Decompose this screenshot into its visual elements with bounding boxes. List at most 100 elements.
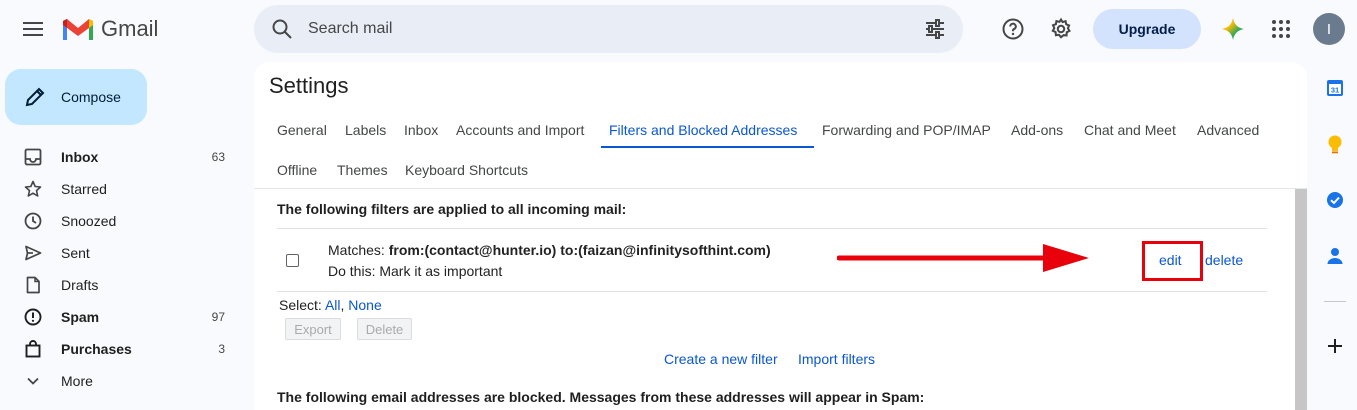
settings-panel: Settings General Labels Inbox Accounts a… xyxy=(254,62,1307,410)
shopping-bag-icon xyxy=(24,340,42,358)
apps-grid-icon xyxy=(1272,20,1290,38)
gear-icon xyxy=(1051,17,1071,39)
settings-button[interactable] xyxy=(1046,14,1076,44)
tabs-divider xyxy=(254,188,1307,189)
calendar-app-button[interactable]: 31 xyxy=(1324,77,1346,99)
page-title: Settings xyxy=(269,73,349,98)
filters-content: The following filters are applied to all… xyxy=(277,201,1267,405)
tab-filters-and-blocked-addresses[interactable]: Filters and Blocked Addresses xyxy=(609,112,797,148)
filter-action: Do this: Mark it as important xyxy=(328,263,502,279)
active-tab-indicator xyxy=(601,146,814,148)
import-filters-link[interactable]: Import filters xyxy=(798,351,875,367)
search-input[interactable] xyxy=(308,5,908,53)
app-name: Gmail xyxy=(101,16,159,41)
select-row: Select: All, None xyxy=(279,297,382,313)
unread-count: 97 xyxy=(211,310,225,324)
tab-themes[interactable]: Themes xyxy=(337,152,388,188)
filter-matches: Matches: from:(contact@hunter.io) to:(fa… xyxy=(328,242,771,258)
help-icon xyxy=(1002,18,1024,40)
filters-heading: The following filters are applied to all… xyxy=(277,201,627,217)
unread-count: 63 xyxy=(211,150,225,164)
tab-keyboard-shortcuts[interactable]: Keyboard Shortcuts xyxy=(405,152,528,188)
tab-forwarding-and-pop-imap[interactable]: Forwarding and POP/IMAP xyxy=(822,112,991,148)
select-none-link[interactable]: None xyxy=(348,297,381,313)
sidebar-item-purchases[interactable]: Purchases 3 xyxy=(0,333,240,365)
sidebar-item-label: Purchases xyxy=(61,341,132,357)
star-icon xyxy=(24,180,42,198)
svg-text:31: 31 xyxy=(1331,86,1339,95)
avatar[interactable]: I xyxy=(1313,13,1345,45)
sidebar-item-sent[interactable]: Sent xyxy=(0,237,240,269)
red-arrow-annotation xyxy=(837,244,1089,272)
clock-icon xyxy=(24,212,42,230)
search-icon[interactable] xyxy=(270,17,294,46)
side-panel-rail: 31 xyxy=(1312,62,1357,410)
tab-general[interactable]: General xyxy=(277,112,327,148)
rail-divider xyxy=(1324,301,1346,302)
upgrade-button[interactable]: Upgrade xyxy=(1093,9,1201,49)
sidebar-item-more[interactable]: More xyxy=(0,365,240,397)
blocked-heading: The following email addresses are blocke… xyxy=(277,389,925,405)
delete-filter-link[interactable]: delete xyxy=(1205,252,1243,268)
sidebar-item-snoozed[interactable]: Snoozed xyxy=(0,205,240,237)
sidebar-item-label: Spam xyxy=(61,309,100,325)
send-icon xyxy=(24,244,42,262)
row-divider xyxy=(277,228,1267,229)
tab-advanced[interactable]: Advanced xyxy=(1197,112,1259,148)
sidebar-item-starred[interactable]: Starred xyxy=(0,173,240,205)
plus-icon xyxy=(1328,339,1342,353)
filter-checkbox[interactable] xyxy=(286,254,299,267)
keep-lightbulb-icon xyxy=(1328,135,1342,154)
sidebar-item-label: Inbox xyxy=(61,149,99,165)
contacts-app-button[interactable] xyxy=(1324,245,1346,267)
gmail-logo[interactable]: Gmail xyxy=(61,14,158,44)
action-label: Do this: xyxy=(328,263,376,279)
contacts-person-icon xyxy=(1327,248,1343,264)
sidebar-item-spam[interactable]: Spam 97 xyxy=(0,301,240,333)
tab-inbox[interactable]: Inbox xyxy=(404,112,438,148)
gemini-button[interactable] xyxy=(1218,14,1248,44)
draft-icon xyxy=(24,276,42,294)
spam-icon xyxy=(24,308,42,326)
tasks-app-button[interactable] xyxy=(1324,189,1346,211)
calendar-icon: 31 xyxy=(1327,80,1343,96)
compose-button[interactable]: Compose xyxy=(5,69,147,125)
keep-app-button[interactable] xyxy=(1324,133,1346,155)
sidebar-item-label: Sent xyxy=(61,245,90,261)
gmail-m-icon xyxy=(63,19,93,40)
tab-offline[interactable]: Offline xyxy=(277,152,317,188)
sidebar-item-label: More xyxy=(61,373,93,389)
hamburger-menu-icon xyxy=(23,22,43,36)
create-filter-link[interactable]: Create a new filter xyxy=(664,351,778,367)
select-label: Select: xyxy=(279,297,322,313)
sidebar-item-inbox[interactable]: Inbox 63 xyxy=(0,141,240,173)
tab-chat-and-meet[interactable]: Chat and Meet xyxy=(1084,112,1176,148)
tab-labels[interactable]: Labels xyxy=(345,112,386,148)
get-add-ons-button[interactable] xyxy=(1324,335,1346,357)
gemini-sparkle-icon xyxy=(1222,18,1244,40)
row-divider xyxy=(277,291,1267,292)
chevron-down-icon xyxy=(24,372,42,390)
compose-label: Compose xyxy=(61,89,121,105)
tab-add-ons[interactable]: Add-ons xyxy=(1011,112,1063,148)
pencil-icon xyxy=(23,85,47,114)
inbox-icon xyxy=(24,148,42,166)
tasks-check-icon xyxy=(1327,192,1343,208)
main-menu-button[interactable] xyxy=(18,14,48,44)
select-all-link[interactable]: All xyxy=(325,297,341,313)
delete-button[interactable]: Delete xyxy=(357,318,412,340)
unread-count: 3 xyxy=(218,342,225,356)
apps-button[interactable] xyxy=(1266,14,1296,44)
sidebar-item-label: Starred xyxy=(61,181,107,197)
search-bar[interactable] xyxy=(254,5,963,53)
sidebar-nav: Inbox 63 Starred Snoozed Sent Drafts Spa… xyxy=(0,141,240,397)
help-button[interactable] xyxy=(998,14,1028,44)
edit-filter-link[interactable]: edit xyxy=(1159,252,1182,268)
matches-label: Matches: xyxy=(328,242,385,258)
sidebar-item-label: Snoozed xyxy=(61,213,117,229)
tab-accounts-and-import[interactable]: Accounts and Import xyxy=(456,112,584,148)
export-button[interactable]: Export xyxy=(285,318,341,340)
scrollbar[interactable] xyxy=(1295,189,1307,410)
sidebar-item-drafts[interactable]: Drafts xyxy=(0,269,240,301)
search-options-icon[interactable] xyxy=(923,17,947,46)
